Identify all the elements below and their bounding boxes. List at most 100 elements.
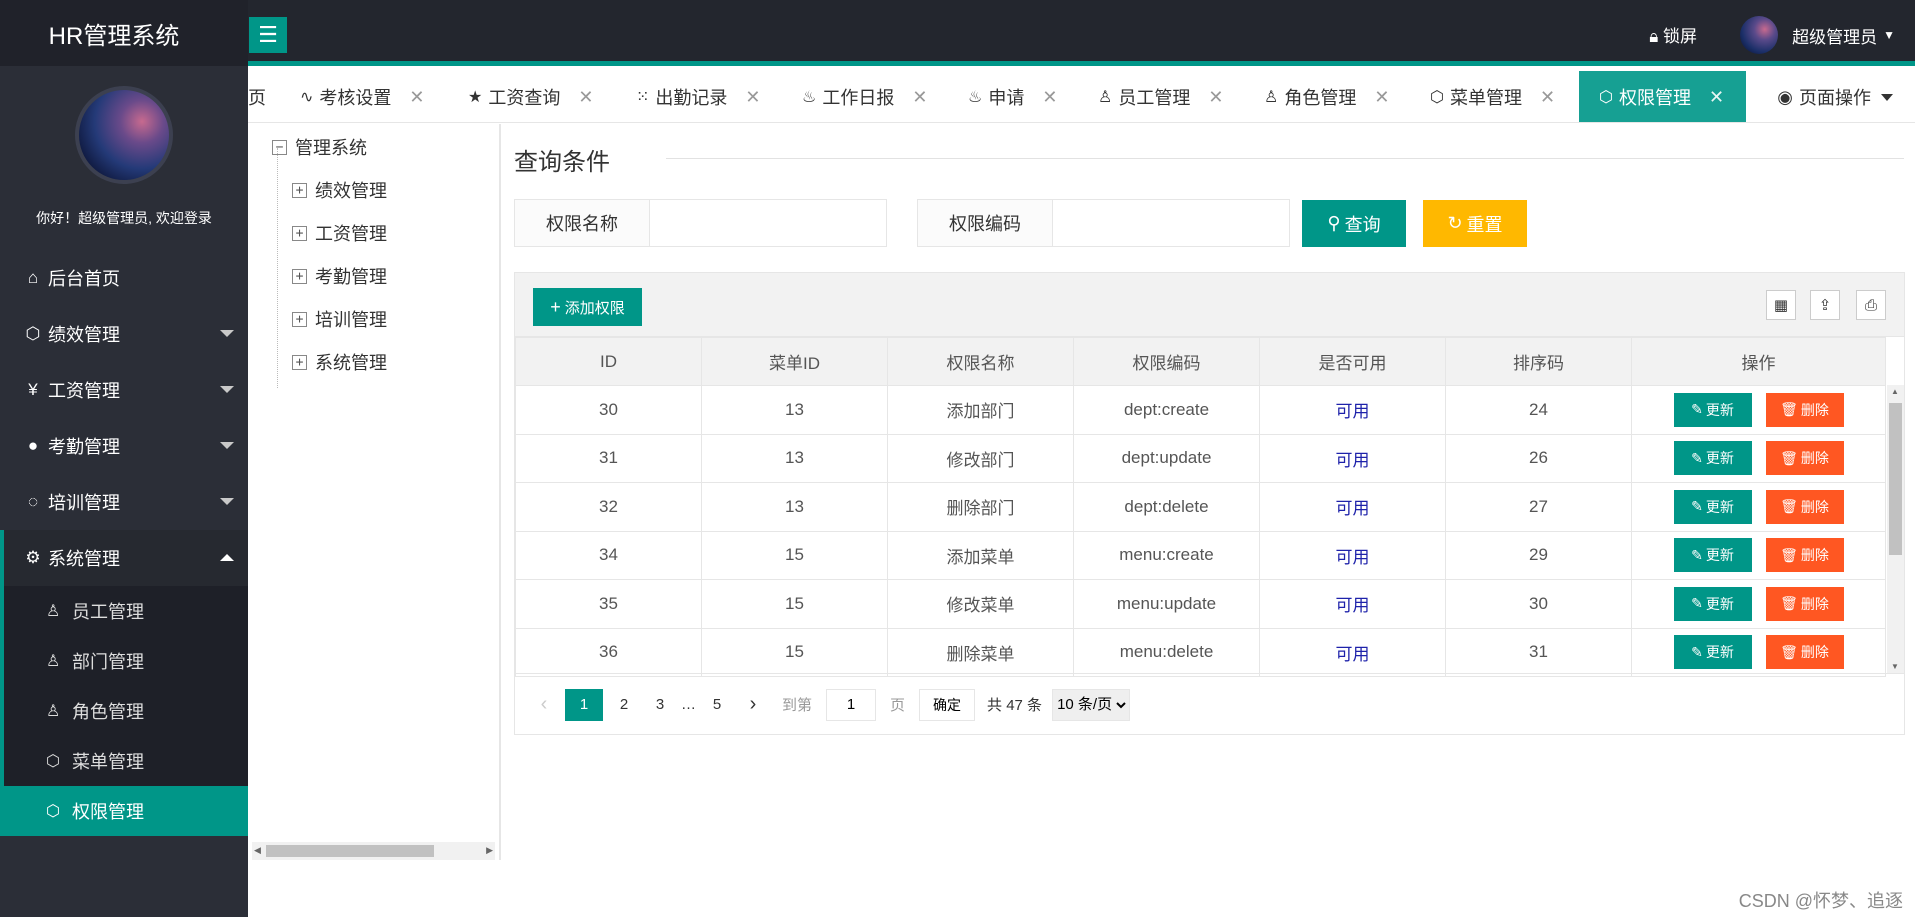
table-cell: dept:create [1073,385,1260,435]
tree-node[interactable]: + 工资管理 [292,220,387,246]
close-icon[interactable]: ✕ [1208,87,1223,108]
delete-button[interactable]: 🗑︎ 删除 [1765,586,1844,621]
chevron-down-icon [1881,93,1893,101]
scroll-right-icon[interactable]: ▶ [486,845,493,856]
print-icon[interactable]: ⎙ [1856,290,1886,320]
tab-salary-query[interactable]: ★ 工资查询 ✕ [468,71,593,122]
confirm-page-button[interactable]: 确定 [919,688,976,721]
sidebar-item-training[interactable]: ◌ 培训管理 [0,474,248,530]
delete-button[interactable]: 🗑︎ 删除 [1765,538,1844,573]
scrollbar-thumb[interactable] [1889,403,1902,555]
tab-menu[interactable]: ⬡ 菜单管理 ✕ [1430,71,1555,122]
columns-filter-icon[interactable]: ▦ [1766,290,1796,320]
close-icon[interactable]: ✕ [745,87,760,108]
scrollbar-thumb[interactable] [266,845,434,857]
delete-button[interactable]: 🗑︎ 删除 [1765,489,1844,524]
sidebar-item-attendance[interactable]: ● 考勤管理 [0,418,248,474]
close-icon[interactable]: ✕ [1540,87,1555,108]
page-operations-dropdown[interactable]: ◉ 页面操作 [1777,71,1893,122]
table-cell: 修改菜单 [887,579,1074,629]
tree-node-root[interactable]: − 管理系统 [272,134,367,160]
permission-code-input[interactable] [1053,200,1289,246]
column-header[interactable]: 权限编码 [1073,337,1260,386]
column-header[interactable]: 权限名称 [887,337,1074,386]
expand-icon[interactable]: + [292,354,307,370]
user-icon: ♙ [1264,89,1279,106]
sidebar-subitem-employee[interactable]: ♙ 员工管理 [4,586,248,636]
collapse-icon[interactable]: − [272,139,287,155]
hamburger-icon[interactable]: ☰ [249,17,287,53]
sidebar-subitem-department[interactable]: ♙ 部门管理 [4,636,248,686]
delete-label: 删除 [1800,547,1829,564]
table-cell: 24 [1445,385,1632,435]
delete-button[interactable]: 🗑︎ 删除 [1765,392,1844,427]
tab-employee[interactable]: ♙ 员工管理 ✕ [1098,71,1223,122]
page-size-select[interactable]: 10 条/页 [1052,688,1131,721]
close-icon[interactable]: ✕ [1709,87,1724,108]
tree-node[interactable]: + 系统管理 [292,349,387,375]
page-number[interactable]: 3 [645,690,675,720]
export-icon[interactable]: ⇪ [1810,290,1840,320]
column-header[interactable]: 排序码 [1445,337,1632,386]
tab-apply[interactable]: ♨ 申请 ✕ [968,71,1057,122]
table-cell: 删除菜单 [887,627,1074,677]
update-label: 更新 [1705,644,1734,661]
add-permission-button[interactable]: + 添加权限 [533,288,642,326]
tab-home-partial[interactable]: 页 [248,71,266,122]
expand-icon[interactable]: + [292,268,307,284]
reset-button[interactable]: ↻ 重置 [1423,200,1527,247]
horizontal-scrollbar[interactable]: ◀ ▶ [252,842,495,860]
sidebar-item-salary[interactable]: ¥ 工资管理 [0,362,248,418]
tab-role[interactable]: ♙ 角色管理 ✕ [1264,71,1389,122]
next-page-icon[interactable]: › [738,690,768,720]
tree-node[interactable]: + 考勤管理 [292,263,387,289]
tab-daily-report[interactable]: ♨ 工作日报 ✕ [802,71,927,122]
tab-attendance-record[interactable]: ⁙ 出勤记录 ✕ [636,71,761,122]
column-header[interactable]: ID [515,337,702,386]
scroll-left-icon[interactable]: ◀ [254,845,261,856]
expand-icon[interactable]: + [292,225,307,241]
expand-icon[interactable]: + [292,311,307,327]
close-icon[interactable]: ✕ [1042,87,1057,108]
tab-assessment[interactable]: ∿ 考核设置 ✕ [300,71,425,122]
column-header[interactable]: 是否可用 [1259,337,1446,386]
page-number[interactable]: 5 [702,690,732,720]
update-button[interactable]: ✎ 更新 [1673,538,1752,573]
lock-screen-button[interactable]: 🔒︎ 锁屏 [1649,22,1697,47]
scroll-up-icon[interactable]: ▲ [1891,387,1899,396]
sidebar-item-performance[interactable]: ⬡ 绩效管理 [0,306,248,362]
prev-page-icon[interactable]: ‹ [529,690,559,720]
cube-icon: ⬡ [25,324,41,343]
sidebar-item-home[interactable]: ⌂ 后台首页 [0,250,248,306]
page-op-label: 页面操作 [1799,88,1871,108]
sidebar-subitem-menu[interactable]: ⬡ 菜单管理 [4,736,248,786]
user-menu[interactable]: 超级管理员 ▼ [1740,16,1895,54]
update-button[interactable]: ✎ 更新 [1673,392,1752,427]
close-icon[interactable]: ✕ [409,87,424,108]
sidebar-subitem-permission[interactable]: ⬡ 权限管理 [0,786,248,836]
expand-icon[interactable]: + [292,182,307,198]
page-number[interactable]: 2 [609,690,639,720]
sidebar-subitem-role[interactable]: ♙ 角色管理 [4,686,248,736]
update-button[interactable]: ✎ 更新 [1673,586,1752,621]
close-icon[interactable]: ✕ [1374,87,1389,108]
close-icon[interactable]: ✕ [578,87,593,108]
delete-button[interactable]: 🗑︎ 删除 [1765,441,1844,476]
page-number[interactable]: 1 [565,688,603,721]
tree-node[interactable]: + 绩效管理 [292,177,387,203]
update-label: 更新 [1705,498,1734,515]
delete-button[interactable]: 🗑︎ 删除 [1765,635,1844,670]
permission-name-input[interactable] [650,200,886,246]
tree-node[interactable]: + 培训管理 [292,306,387,332]
tab-permission[interactable]: ⬡ 权限管理 ✕ [1579,71,1747,122]
column-header[interactable]: 菜单ID [701,337,888,386]
update-button[interactable]: ✎ 更新 [1673,489,1752,524]
update-button[interactable]: ✎ 更新 [1673,635,1752,670]
goto-page-input[interactable] [826,688,877,721]
vertical-scrollbar[interactable]: ▲ ▼ [1887,385,1904,673]
sidebar-item-system[interactable]: ⚙ 系统管理 [0,530,248,586]
close-icon[interactable]: ✕ [912,87,927,108]
scroll-down-icon[interactable]: ▼ [1891,662,1899,671]
update-button[interactable]: ✎ 更新 [1673,441,1752,476]
search-button[interactable]: ⚲ 查询 [1302,200,1406,247]
